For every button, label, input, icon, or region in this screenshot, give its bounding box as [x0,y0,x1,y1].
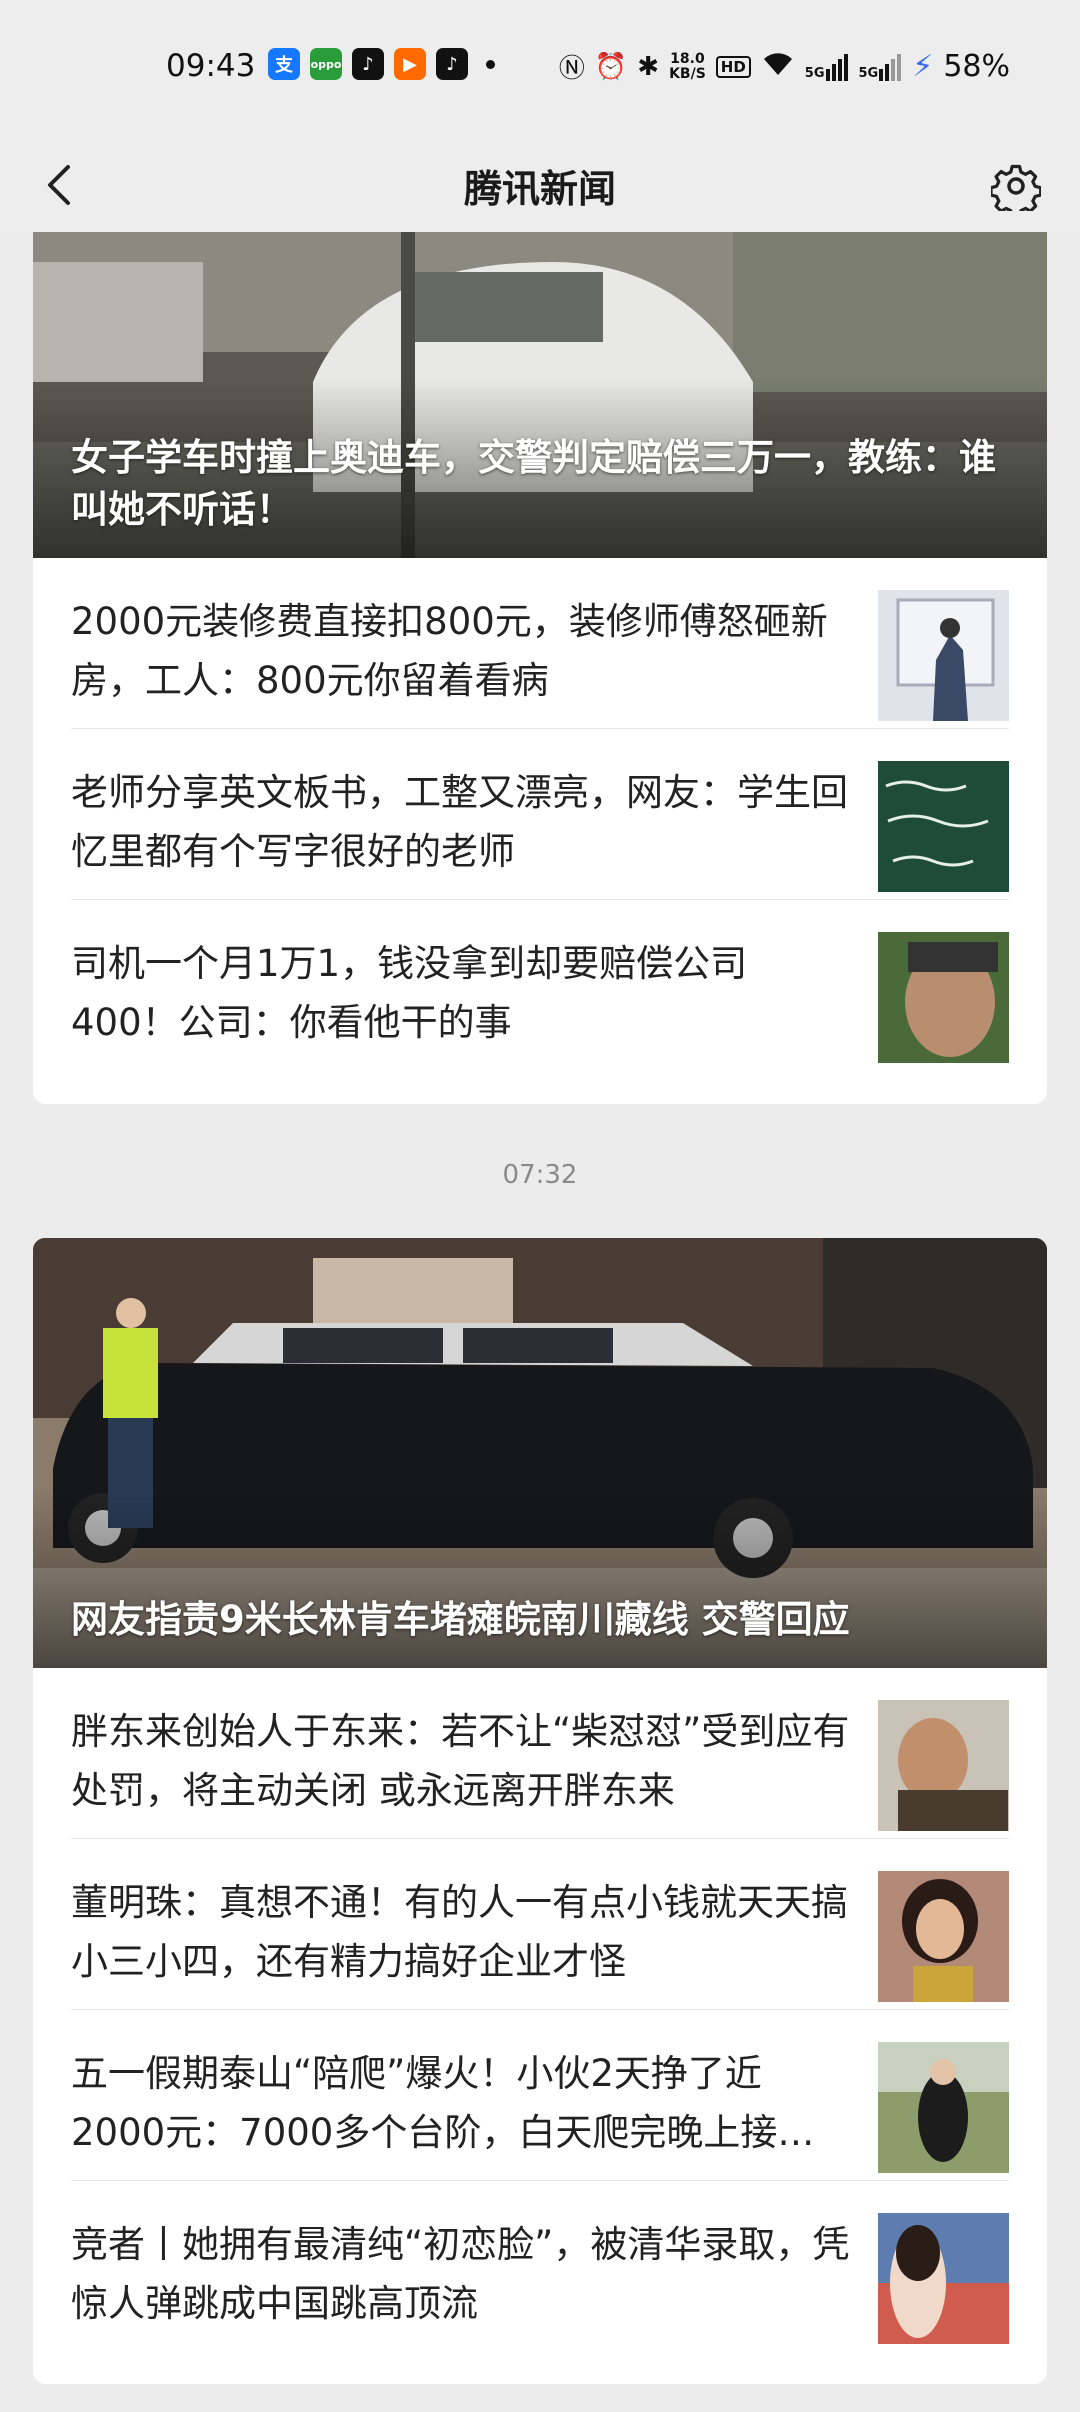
news-item[interactable]: 董明珠：真想不通！有的人一有点小钱就天天搞小三小四，还有精力搞好企业才怪 [71,1839,1009,2010]
video-app-icon: ▶ [394,48,426,80]
news-thumbnail [878,761,1009,892]
charging-icon: ⚡ [912,49,934,84]
news-item-title: 老师分享英文板书，工整又漂亮，网友：学生回忆里都有个写字很好的老师 [71,771,848,873]
battery-level: 58% [943,49,1010,84]
news-item[interactable]: 五一假期泰山“陪爬”爆火！小伙2天挣了近2000元：7000多个台阶，白天爬完晚… [71,2010,1009,2181]
net-speed-value: 18.0 [670,50,705,67]
news-thumbnail [878,2213,1009,2344]
bluetooth-icon: ✱ [637,51,660,82]
alarm-icon: ⏰ [594,51,628,82]
news-thumbnail [878,590,1009,721]
status-bar: 09:43 支 oppo ♪ ▶ ♪ Ⓝ ⏰ ✱ 18.0 KB/S HD 5G… [0,0,1080,140]
douyin-icon: ♪ [436,48,468,80]
wifi-icon [761,49,795,84]
net-speed-unit: KB/S [669,65,706,82]
network-speed: 18.0 KB/S [669,50,706,82]
news-card-1: 女子学车时撞上奥迪车，交警判定赔偿三万一，教练：谁叫她不听话！ 2000元装修费… [33,232,1047,1104]
alipay-icon: 支 [268,48,300,80]
news-thumbnail [878,932,1009,1063]
news-thumbnail [878,1700,1009,1831]
signal-label-1: 5G [804,65,825,81]
page-title: 腾讯新闻 [463,167,616,211]
settings-button[interactable] [978,148,1054,224]
news-item[interactable]: 竞者丨她拥有最清纯“初恋脸”，被清华录取，凭惊人弹跳成中国跳高顶流 [71,2181,1009,2351]
news-card-2: 网友指责9米长林肯车堵瘫皖南川藏线 交警回应 胖东来创始人于东来：若不让“柴怼怼… [33,1238,1047,2384]
music-app-icon: ♪ [352,48,384,80]
news-item-title: 竞者丨她拥有最清纯“初恋脸”，被清华录取，凭惊人弹跳成中国跳高顶流 [71,2223,850,2325]
nav-header: 腾讯新闻 [0,140,1080,232]
notification-icons: 支 oppo ♪ ▶ ♪ [268,48,503,80]
news-thumbnail [878,1871,1009,2002]
hero-title-2: 网友指责9米长林肯车堵瘫皖南川藏线 交警回应 [71,1598,850,1641]
gear-icon [991,164,1041,211]
news-item[interactable]: 老师分享英文板书，工整又漂亮，网友：学生回忆里都有个写字很好的老师 [71,729,1009,900]
news-item-title: 董明珠：真想不通！有的人一有点小钱就天天搞小三小四，还有精力搞好企业才怪 [71,1881,848,1983]
signal-5g-icon-2: 5G [859,53,903,81]
signal-5g-icon-1: 5G [805,53,849,81]
hero-story-2[interactable]: 网友指责9米长林肯车堵瘫皖南川藏线 交警回应 [33,1238,1047,1668]
status-time: 09:43 [166,48,256,84]
news-item-title: 司机一个月1万1，钱没拿到却要赔偿公司400！公司：你看他干的事 [71,942,748,1044]
signal-label-2: 5G [858,65,879,81]
more-notifications-icon [486,60,495,69]
hero-story-1[interactable]: 女子学车时撞上奥迪车，交警判定赔偿三万一，教练：谁叫她不听话！ [33,232,1047,558]
hero-title-1: 女子学车时撞上奥迪车，交警判定赔偿三万一，教练：谁叫她不听话！ [71,436,996,531]
hd-icon: HD [715,55,751,78]
news-item[interactable]: 司机一个月1万1，钱没拿到却要赔偿公司400！公司：你看他干的事 [71,900,1009,1070]
news-item[interactable]: 2000元装修费直接扣800元，装修师傅怒砸新房，工人：800元你留着看病 [71,558,1009,729]
news-thumbnail [878,2042,1009,2173]
news-item-title: 2000元装修费直接扣800元，装修师傅怒砸新房，工人：800元你留着看病 [71,600,828,702]
news-item[interactable]: 胖东来创始人于东来：若不让“柴怼怼”受到应有处罚，将主动关闭 或永远离开胖东来 [71,1668,1009,1839]
oppo-store-icon: oppo [310,48,342,80]
system-status: Ⓝ ⏰ ✱ 18.0 KB/S HD 5G 5G ⚡ 58% [559,48,1010,85]
news-item-title: 五一假期泰山“陪爬”爆火！小伙2天挣了近2000元：7000多个台阶，白天爬完晚… [71,2052,815,2154]
feed-timestamp: 07:32 [502,1160,578,1190]
news-item-title: 胖东来创始人于东来：若不让“柴怼怼”受到应有处罚，将主动关闭 或永远离开胖东来 [71,1710,850,1812]
nfc-icon: Ⓝ [558,54,585,84]
